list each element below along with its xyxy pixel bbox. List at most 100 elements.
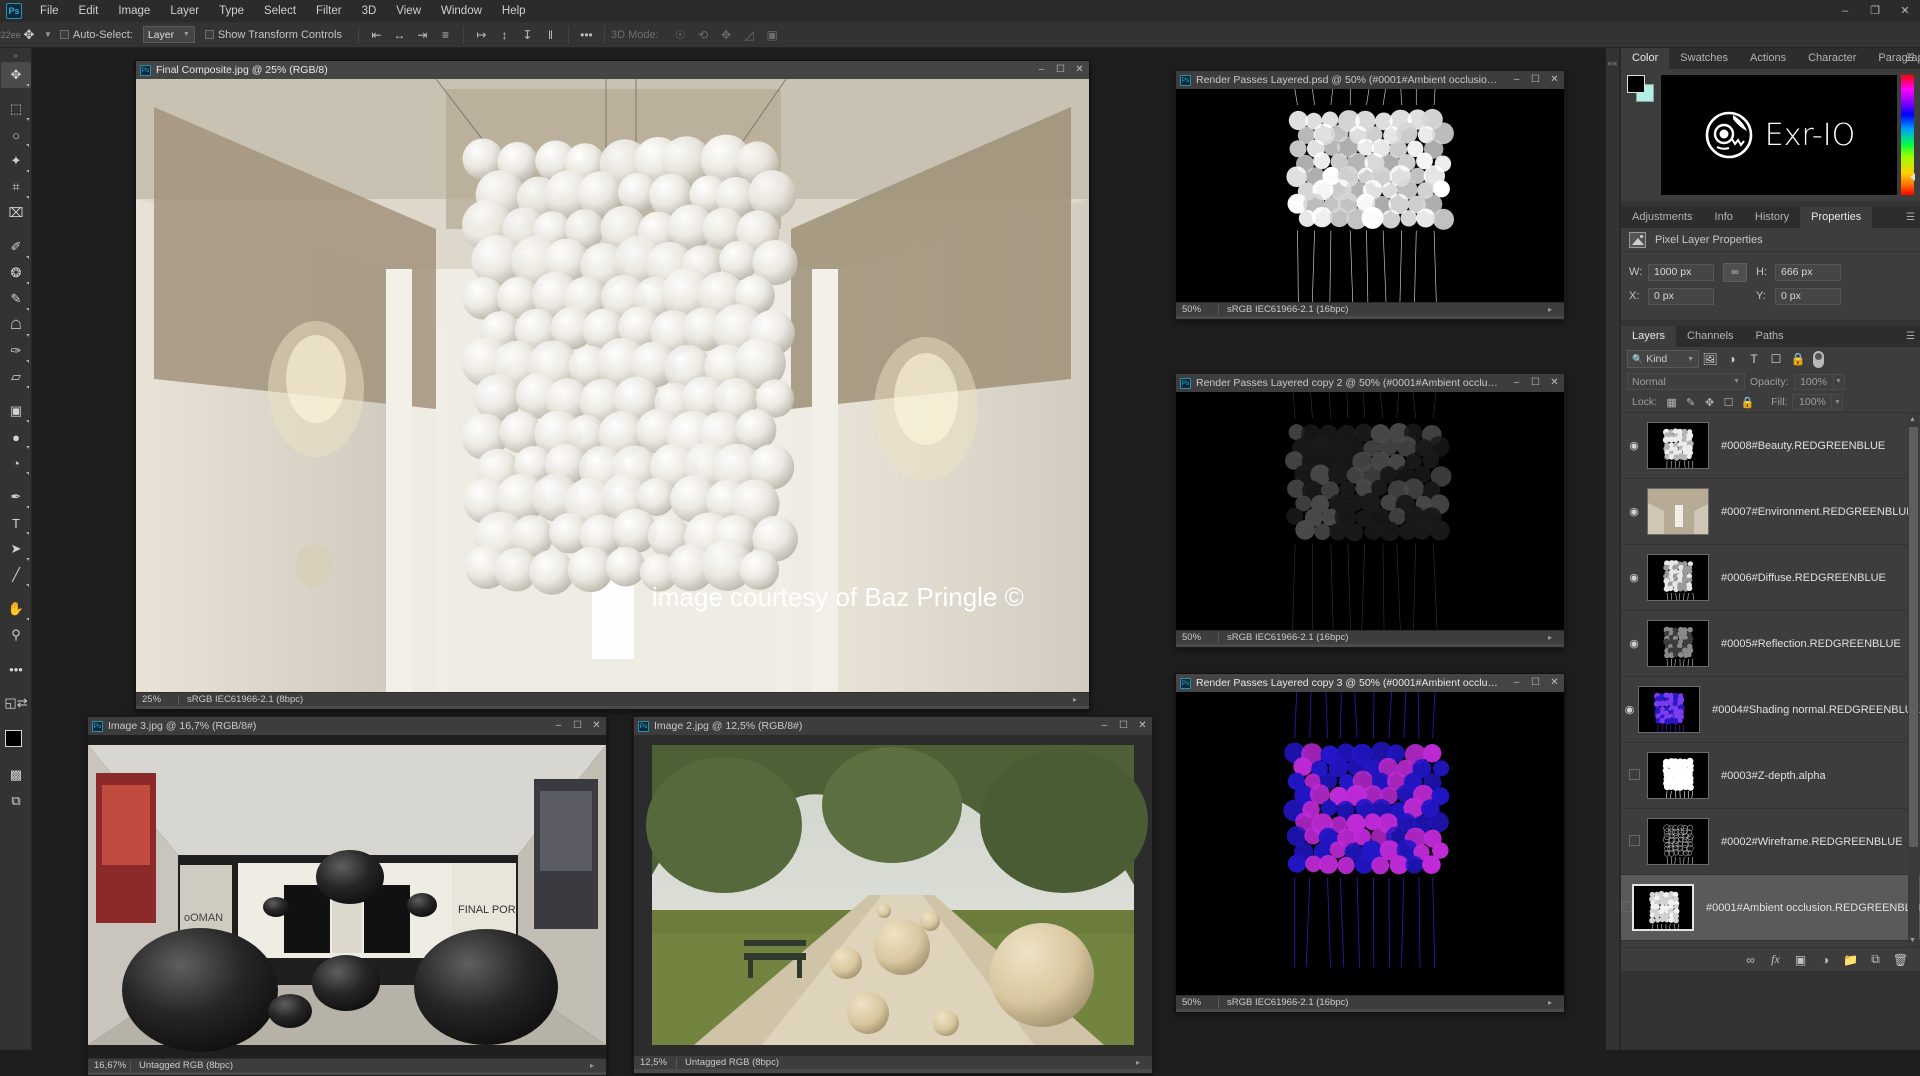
layer-visibility-eye-icon[interactable]: ◉ (1621, 505, 1647, 518)
adjustment-filter-icon[interactable]: ◑ (1721, 352, 1743, 366)
tab-adjustments[interactable]: Adjustments (1621, 207, 1704, 228)
canvas-render-passes-copy-2[interactable] (1176, 392, 1564, 630)
y-input[interactable]: 0 px (1775, 288, 1841, 305)
document-window-render-passes-copy-2[interactable]: Ps Render Passes Layered copy 2 @ 50% (#… (1175, 373, 1565, 648)
layer-row[interactable]: ◉#0007#Environment.REDGREENBLUE (1621, 479, 1920, 545)
quick-selection-tool-icon[interactable]: ✦ (1, 148, 31, 174)
lock-image-pixels-icon[interactable]: ✎ (1681, 396, 1700, 409)
frame-tool-icon[interactable]: ⌧ (1, 200, 31, 226)
layer-name[interactable]: #0006#Diffuse.REDGREENBLUE (1721, 572, 1886, 584)
3d-zoom-icon[interactable]: ▣ (764, 26, 781, 44)
canvas-render-passes-layered[interactable] (1176, 89, 1564, 302)
adjustment-layer-button[interactable]: ◑ (1813, 953, 1838, 967)
pen-tool-icon[interactable]: ✒ (1, 484, 31, 510)
layer-name[interactable]: #0008#Beauty.REDGREENBLUE (1721, 440, 1885, 452)
layer-row[interactable]: ◉ #0008#Beauty.REDGREENBLUE (1621, 413, 1920, 479)
layer-visibility-eye-icon[interactable]: ◉ (1621, 637, 1647, 650)
titlebar-render-passes-copy-3[interactable]: Ps Render Passes Layered copy 3 @ 50% (#… (1176, 674, 1564, 692)
new-group-button[interactable]: 📁 (1838, 953, 1863, 967)
tool-preset-chevron-down-icon[interactable]: ▼ (44, 30, 52, 39)
layer-row[interactable]: ◉#0006#Diffuse.REDGREENBLUE (1621, 545, 1920, 611)
screen-mode-icon[interactable]: ⧉ (1, 788, 31, 814)
layer-thumbnail[interactable] (1647, 818, 1709, 865)
document-window-image-2[interactable]: Ps Image 2.jpg @ 12,5% (RGB/8#) – ☐ ✕ (633, 716, 1153, 1074)
layer-row[interactable]: #0001#Ambient occlusion.REDGREENBLUE (1621, 875, 1920, 941)
link-dimensions-button[interactable]: ∞ (1723, 263, 1747, 282)
doc-minimize-button[interactable]: – (1507, 374, 1526, 392)
panel-menu-icon[interactable]: ☰ (1906, 331, 1915, 342)
titlebar-image-3[interactable]: Ps Image 3.jpg @ 16,7% (RGB/8#) – ☐ ✕ (88, 717, 606, 735)
new-layer-button[interactable]: ⧉ (1863, 952, 1888, 967)
gradient-tool-icon[interactable]: ▣ (1, 398, 31, 424)
layer-thumbnail[interactable] (1647, 488, 1709, 535)
doc-close-button[interactable]: ✕ (1133, 717, 1152, 735)
status-expand-icon[interactable]: ▸ (1136, 1058, 1152, 1067)
clone-stamp-tool-icon[interactable]: ☖ (1, 312, 31, 338)
menu-item-type[interactable]: Type (209, 0, 254, 22)
tab-info[interactable]: Info (1704, 207, 1744, 228)
panel-menu-icon[interactable]: ☰ (1906, 53, 1915, 64)
canvas-image-3[interactable]: FINAL POR oOMAN (88, 735, 606, 1058)
3d-roll-icon[interactable]: ⟲ (695, 26, 712, 44)
panel-menu-icon[interactable]: ☰ (1906, 212, 1915, 223)
menu-item-file[interactable]: File (30, 0, 69, 22)
doc-minimize-button[interactable]: – (1507, 71, 1526, 89)
layer-row[interactable]: ◉ #0004#Shading normal.REDGREENBLUE (1621, 677, 1920, 743)
zoom-level[interactable]: 16,67% (88, 1060, 130, 1071)
window-minimize-button[interactable]: – (1830, 0, 1860, 22)
blend-mode-dropdown[interactable]: Normal▼ (1627, 373, 1745, 390)
dodge-tool-icon[interactable]: ◔ (1, 450, 31, 476)
align-right-icon[interactable]: ⇥ (414, 26, 431, 44)
doc-close-button[interactable]: ✕ (1545, 674, 1564, 692)
history-brush-tool-icon[interactable]: ✑ (1, 338, 31, 364)
layer-name[interactable]: #0003#Z-depth.alpha (1721, 770, 1826, 782)
doc-minimize-button[interactable]: – (1032, 61, 1051, 79)
layers-scrollbar[interactable]: ▲ ▼ (1908, 413, 1919, 947)
lock-artboard-icon[interactable]: ☐ (1719, 396, 1738, 409)
x-input[interactable]: 0 px (1648, 288, 1714, 305)
layer-visibility-off-icon[interactable] (1621, 835, 1647, 849)
tab-actions[interactable]: Actions (1739, 48, 1797, 69)
layer-thumbnail[interactable] (1638, 686, 1700, 733)
doc-maximize-button[interactable]: ☐ (1051, 61, 1070, 79)
layer-name[interactable]: #0004#Shading normal.REDGREENBLUE (1712, 704, 1920, 716)
align-bottom-icon[interactable]: ↧ (519, 26, 536, 44)
layers-scroll-thumb[interactable] (1909, 427, 1918, 847)
layer-thumbnail[interactable] (1647, 752, 1709, 799)
3d-orbit-icon[interactable]: ☉ (672, 26, 689, 44)
menu-item-filter[interactable]: Filter (306, 0, 352, 22)
doc-minimize-button[interactable]: – (1095, 717, 1114, 735)
filter-enable-toggle[interactable] (1813, 351, 1824, 368)
menu-item-edit[interactable]: Edit (69, 0, 109, 22)
layer-thumbnail[interactable] (1632, 884, 1694, 931)
default-colors-icon[interactable]: ◱⇄ (1, 690, 31, 716)
brush-tool-icon[interactable]: ✎ (1, 286, 31, 312)
document-window-image-3[interactable]: Ps Image 3.jpg @ 16,7% (RGB/8#) – ☐ ✕ (87, 716, 607, 1076)
height-input[interactable]: 666 px (1775, 264, 1841, 281)
layer-name[interactable]: #0002#Wireframe.REDGREENBLUE (1721, 836, 1903, 848)
show-transform-controls-checkbox[interactable] (205, 30, 214, 39)
hand-tool-icon[interactable]: ✋ (1, 596, 31, 622)
layer-thumbnail[interactable] (1647, 422, 1709, 469)
status-expand-icon[interactable]: ▸ (1548, 305, 1564, 314)
move-tool-icon[interactable]: ✥ (16, 24, 42, 46)
edit-toolbar-icon[interactable]: ••• (1, 656, 31, 682)
layer-thumbnail[interactable] (1647, 620, 1709, 667)
layer-visibility-eye-icon[interactable]: ◉ (1621, 439, 1647, 452)
align-top-icon[interactable]: ↦ (473, 26, 490, 44)
layer-row[interactable]: #0002#Wireframe.REDGREENBLUE (1621, 809, 1920, 875)
scroll-up-icon[interactable]: ▲ (1907, 413, 1918, 426)
path-selection-tool-icon[interactable]: ➤ (1, 536, 31, 562)
distribute-horizontal-icon[interactable]: ≡ (437, 26, 454, 44)
status-expand-icon[interactable]: ▸ (1548, 998, 1564, 1007)
doc-maximize-button[interactable]: ☐ (1526, 674, 1545, 692)
zoom-tool-icon[interactable]: ⚲ (1, 622, 31, 648)
zoom-level[interactable]: 50% (1176, 997, 1218, 1008)
type-tool-icon[interactable]: T (1, 510, 31, 536)
layer-style-button[interactable]: fx (1763, 952, 1788, 967)
layer-visibility-off-icon[interactable] (1621, 769, 1647, 783)
layer-visibility-eye-icon[interactable]: ◉ (1621, 703, 1638, 716)
window-close-button[interactable]: ✕ (1890, 0, 1920, 22)
crop-tool-icon[interactable]: ⌗ (1, 174, 31, 200)
auto-select-scope-dropdown[interactable]: Layer▼ (143, 26, 195, 43)
